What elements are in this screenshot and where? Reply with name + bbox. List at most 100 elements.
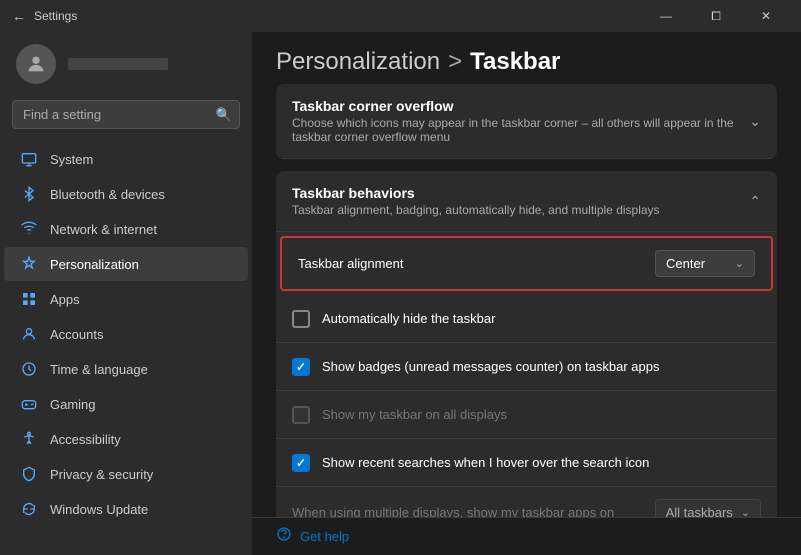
get-help-icon [276,526,292,547]
sidebar-item-system[interactable]: System [4,142,248,176]
back-button[interactable]: ← [12,8,26,24]
content-footer: Get help [252,517,801,555]
section-behaviors-header-content: Taskbar behaviors Taskbar alignment, bad… [292,185,660,217]
minimize-button[interactable]: — [643,0,689,32]
sidebar-item-accessibility-label: Accessibility [50,432,121,447]
user-profile[interactable] [0,32,252,96]
sidebar-nav: System Bluetooth & devices Network & int… [0,137,252,555]
time-icon [20,360,38,378]
sidebar-item-personalization-label: Personalization [50,257,139,272]
section-behaviors-title: Taskbar behaviors [292,185,660,201]
sidebar-item-accessibility[interactable]: Accessibility [4,422,248,456]
close-button[interactable]: ✕ [743,0,789,32]
get-help-label: Get help [300,529,349,544]
personalization-icon [20,255,38,273]
multiple-display-chevron-icon: ⌄ [741,506,750,517]
bluetooth-icon [20,185,38,203]
section-corner-overflow-subtitle: Choose which icons may appear in the tas… [292,116,749,144]
sidebar-item-accounts[interactable]: Accounts [4,317,248,351]
network-icon [20,220,38,238]
page-breadcrumb: Personalization > Taskbar [276,48,777,76]
apps-icon [20,290,38,308]
avatar [16,44,56,84]
alignment-dropdown[interactable]: Center ⌄ [655,250,755,277]
breadcrumb-parent: Personalization [276,48,440,76]
gaming-icon [20,395,38,413]
sidebar-item-time-label: Time & language [50,362,148,377]
sidebar: 🔍 System Bluetooth & devices Network & i… [0,32,252,555]
sidebar-item-personalization[interactable]: Personalization [4,247,248,281]
sidebar-item-gaming[interactable]: Gaming [4,387,248,421]
recent-searches-checkbox[interactable] [292,454,310,472]
setting-alignment-left: Taskbar alignment [298,256,655,271]
setting-recent-searches-left: Show recent searches when I hover over t… [292,454,761,472]
sidebar-item-privacy[interactable]: Privacy & security [4,457,248,491]
setting-multiple-display-label: When using multiple displays, show my ta… [292,505,614,517]
setting-alignment-label: Taskbar alignment [298,256,404,271]
search-input[interactable] [12,100,240,129]
section-corner-overflow-title: Taskbar corner overflow [292,98,749,114]
sidebar-item-apps[interactable]: Apps [4,282,248,316]
sidebar-item-windows-update-label: Windows Update [50,502,148,517]
window-controls: — ⧠ ✕ [643,0,789,32]
section-corner-overflow: Taskbar corner overflow Choose which ico… [276,84,777,159]
content-area: Personalization > Taskbar Taskbar corner… [252,32,801,555]
title-bar: ← Settings — ⧠ ✕ [0,0,801,32]
sidebar-item-apps-label: Apps [50,292,80,307]
setting-auto-hide-left: Automatically hide the taskbar [292,310,761,328]
setting-badges-left: Show badges (unread messages counter) on… [292,358,761,376]
content-header: Personalization > Taskbar [252,32,801,84]
setting-all-displays: Show my taskbar on all displays [276,391,777,439]
setting-multiple-display-left: When using multiple displays, show my ta… [292,505,655,517]
section-behaviors-toggle-icon: ⌃ [749,193,761,210]
setting-badges-label: Show badges (unread messages counter) on… [322,359,659,374]
sidebar-item-privacy-label: Privacy & security [50,467,153,482]
sidebar-item-gaming-label: Gaming [50,397,96,412]
setting-recent-searches-label: Show recent searches when I hover over t… [322,455,649,470]
sidebar-item-accounts-label: Accounts [50,327,103,342]
sidebar-item-system-label: System [50,152,93,167]
search-icon: 🔍 [216,107,232,123]
accessibility-icon [20,430,38,448]
title-bar-left: ← Settings [12,8,77,24]
system-icon [20,150,38,168]
sidebar-item-bluetooth[interactable]: Bluetooth & devices [4,177,248,211]
content-body: Taskbar corner overflow Choose which ico… [252,84,801,517]
sidebar-item-windows-update[interactable]: Windows Update [4,492,248,526]
page-title: Taskbar [470,48,560,76]
section-corner-overflow-header[interactable]: Taskbar corner overflow Choose which ico… [276,84,777,159]
multiple-display-dropdown-value: All taskbars [666,505,733,517]
sidebar-item-network[interactable]: Network & internet [4,212,248,246]
accounts-icon [20,325,38,343]
privacy-icon [20,465,38,483]
section-behaviors-header[interactable]: Taskbar behaviors Taskbar alignment, bad… [276,171,777,232]
setting-auto-hide-label: Automatically hide the taskbar [322,311,495,326]
sidebar-item-bluetooth-label: Bluetooth & devices [50,187,165,202]
setting-alignment: Taskbar alignment Center ⌄ [280,236,773,291]
setting-all-displays-left: Show my taskbar on all displays [292,406,761,424]
section-behaviors-subtitle: Taskbar alignment, badging, automaticall… [292,203,660,217]
main-layout: 🔍 System Bluetooth & devices Network & i… [0,32,801,555]
get-help-link[interactable]: Get help [276,526,777,547]
maximize-button[interactable]: ⧠ [693,0,739,32]
user-name-placeholder [68,58,168,70]
all-displays-checkbox[interactable] [292,406,310,424]
windows-update-icon [20,500,38,518]
breadcrumb-separator: > [448,48,462,76]
setting-auto-hide: Automatically hide the taskbar [276,295,777,343]
section-behaviors: Taskbar behaviors Taskbar alignment, bad… [276,171,777,517]
setting-multiple-display: When using multiple displays, show my ta… [276,487,777,517]
sidebar-item-time[interactable]: Time & language [4,352,248,386]
search-container: 🔍 [12,100,240,129]
section-header-content: Taskbar corner overflow Choose which ico… [292,98,749,144]
setting-all-displays-label: Show my taskbar on all displays [322,407,507,422]
badges-checkbox[interactable] [292,358,310,376]
dropdown-chevron-icon: ⌄ [735,257,744,270]
multiple-display-dropdown[interactable]: All taskbars ⌄ [655,499,761,517]
setting-recent-searches: Show recent searches when I hover over t… [276,439,777,487]
alignment-dropdown-value: Center [666,256,705,271]
sidebar-item-network-label: Network & internet [50,222,157,237]
app-title: Settings [34,9,77,23]
auto-hide-checkbox[interactable] [292,310,310,328]
setting-badges: Show badges (unread messages counter) on… [276,343,777,391]
